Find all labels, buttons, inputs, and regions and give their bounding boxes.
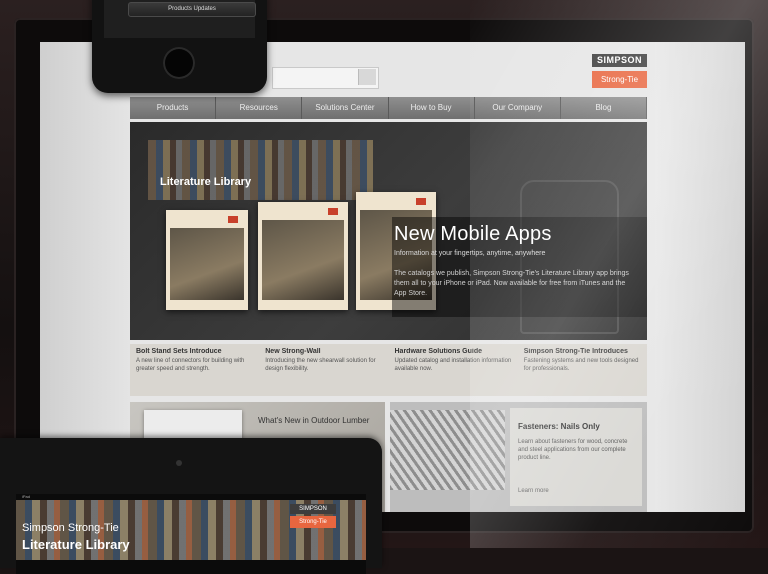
nav-item-how-to-buy[interactable]: How to Buy (389, 97, 475, 119)
home-button-icon[interactable] (163, 47, 195, 79)
feature-desc: Updated catalog and installation informa… (394, 358, 512, 372)
catalog-cover-image (170, 228, 244, 300)
ipad-app-subtitle: Simpson Strong-Tie (22, 522, 119, 534)
feature-item[interactable]: Bolt Stand Sets Introduce A new line of … (130, 344, 259, 396)
promo-fasteners-panel: Fasteners: Nails Only Learn about fasten… (510, 408, 642, 506)
promo-fasteners-title: Fasteners: Nails Only (518, 422, 600, 431)
search-button[interactable] (358, 69, 376, 85)
bookshelf-image (148, 140, 373, 200)
feature-desc: A new line of connectors for building wi… (136, 358, 245, 372)
nav-item-blog[interactable]: Blog (561, 97, 648, 119)
ipad-status-bar: iPad (22, 494, 31, 499)
brand-logo-top[interactable]: SIMPSON (592, 54, 647, 67)
page-background-right (655, 42, 745, 512)
ipad-brand-bottom: Strong-Tie (290, 516, 336, 528)
nav-item-company[interactable]: Our Company (475, 97, 561, 119)
promo-fasteners-desc: Learn about fasteners for wood, concrete… (518, 439, 628, 461)
nav-item-products[interactable]: Products (130, 97, 217, 119)
main-nav: Products Resources Solutions Center How … (130, 97, 648, 119)
flag-icon (328, 208, 338, 215)
fasteners-image (390, 410, 505, 490)
nav-item-solutions[interactable]: Solutions Center (302, 97, 389, 119)
nav-item-resources[interactable]: Resources (216, 97, 303, 119)
hero-title: New Mobile Apps (394, 223, 552, 245)
feature-desc: Introducing the new shearwall solution f… (265, 358, 376, 372)
ipad-app-title: Literature Library (22, 537, 130, 552)
catalog-cover-1 (166, 210, 248, 310)
hero-shelf-label: Literature Library (160, 176, 252, 188)
iphone-screen: Products Updates (104, 0, 256, 38)
flag-icon (228, 216, 238, 223)
learn-more-link[interactable]: Learn more (518, 488, 549, 494)
feature-strip: Bolt Stand Sets Introduce A new line of … (130, 344, 647, 396)
feature-title: New Strong-Wall (265, 348, 321, 355)
ipad-device: iPad Simpson Strong-Tie Literature Libra… (0, 438, 382, 574)
feature-item[interactable]: Hardware Solutions Guide Updated catalog… (389, 344, 518, 396)
feature-item[interactable]: New Strong-Wall Introducing the new shea… (259, 344, 388, 396)
feature-title: Bolt Stand Sets Introduce (136, 348, 222, 355)
feature-item[interactable]: Simpson Strong-Tie Introduces Fastening … (518, 344, 647, 396)
hero-caption: New Mobile Apps Information at your fing… (392, 217, 647, 317)
hero-body: The catalogs we publish, Simpson Strong-… (394, 270, 629, 297)
ipad-brand-top: SIMPSON (290, 504, 336, 514)
promo-fasteners[interactable]: Fasteners: Nails Only Learn about fasten… (390, 402, 647, 512)
promo-outdoor-text: What's New in Outdoor Lumber (258, 416, 370, 425)
hero-subtitle: Information at your fingertips, anytime,… (394, 250, 546, 257)
camera-icon (176, 460, 182, 466)
iphone-device: Products Updates (92, 0, 267, 93)
catalog-cover-image (262, 220, 344, 300)
hero-banner[interactable]: Literature Library New Mobile Apps Infor… (130, 122, 647, 340)
flag-icon (416, 198, 426, 205)
feature-desc: Fastening systems and new tools designed… (523, 358, 639, 372)
brand-logo-bottom[interactable]: Strong-Tie (592, 71, 647, 88)
ipad-screen: iPad Simpson Strong-Tie Literature Libra… (16, 494, 366, 574)
feature-title: Simpson Strong-Tie Introduces (523, 348, 628, 355)
phone-app-button[interactable]: Products Updates (128, 2, 256, 17)
catalog-cover-2 (258, 202, 348, 310)
feature-title: Hardware Solutions Guide (394, 348, 483, 355)
